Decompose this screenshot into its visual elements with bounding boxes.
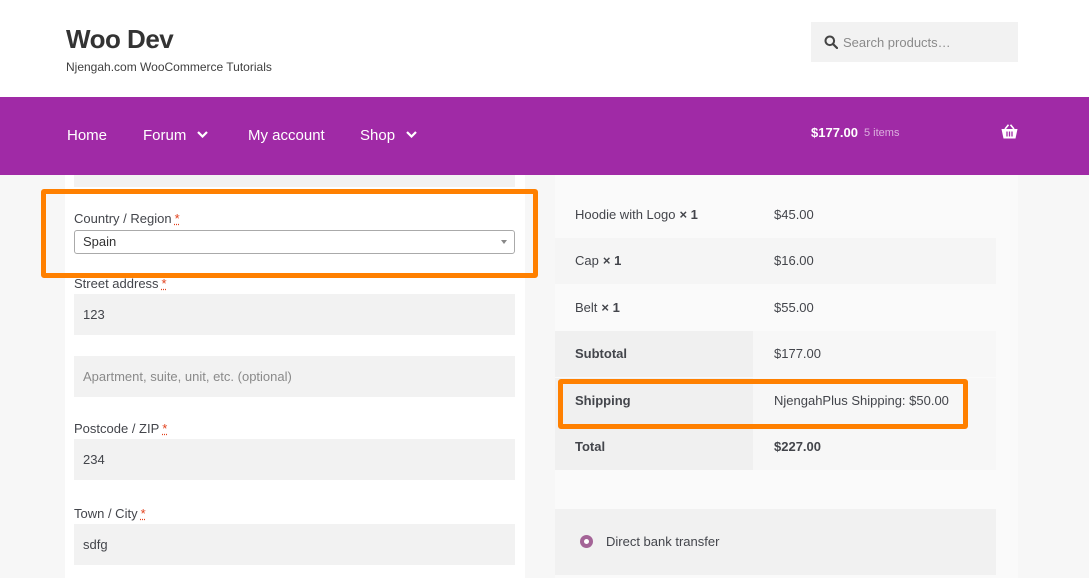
required-mark: *: [174, 211, 180, 226]
shipping-row: Shipping NjengahPlus Shipping: $50.00: [555, 378, 996, 424]
search-input[interactable]: [843, 22, 1013, 62]
table-row: Belt × 1 $55.00: [555, 285, 996, 331]
product-name-text: Belt: [575, 300, 598, 315]
radio-selected-dot: [584, 539, 589, 544]
total-value: $227.00: [753, 424, 996, 470]
table-row: Hoodie with Logo × 1 $45.00: [555, 192, 996, 238]
table-row: Cap × 1 $16.00: [555, 238, 996, 284]
page-margin: [0, 175, 65, 578]
product-name-text: Cap: [575, 253, 599, 268]
shipping-label: Shipping: [555, 378, 753, 424]
country-label: Country / Region *: [74, 211, 180, 226]
page-margin: [1018, 175, 1089, 578]
nav-item-label: Shop: [360, 127, 396, 144]
payment-method-label[interactable]: Direct bank transfer: [606, 509, 719, 575]
order-total-row: Total $227.00: [555, 424, 996, 470]
product-name-text: Hoodie with Logo: [575, 207, 676, 222]
town-input[interactable]: [74, 524, 515, 565]
total-label: Total: [555, 424, 753, 470]
required-mark: *: [161, 276, 167, 291]
nav-item-label: Forum: [143, 127, 187, 144]
cart-total[interactable]: $177.00: [811, 97, 858, 169]
product-quantity: × 1: [602, 253, 622, 268]
payment-radio-bacs[interactable]: [580, 535, 593, 548]
subtotal-row: Subtotal $177.00: [555, 331, 996, 377]
product-total: $45.00: [774, 207, 814, 222]
street-address-label: Street address *: [74, 276, 167, 291]
product-name: Cap × 1: [555, 238, 753, 284]
apartment-input[interactable]: [74, 356, 515, 397]
nav-item-my-account[interactable]: My account: [248, 97, 325, 175]
product-quantity: × 1: [679, 207, 698, 222]
country-select[interactable]: Spain: [74, 230, 515, 254]
product-total: $55.00: [774, 300, 814, 315]
country-select-value: Spain: [83, 234, 117, 249]
postcode-label: Postcode / ZIP *: [74, 421, 167, 436]
basket-icon[interactable]: [1001, 124, 1018, 139]
town-label: Town / City *: [74, 506, 146, 521]
postcode-label-text: Postcode / ZIP: [74, 421, 160, 436]
nav-item-label: Home: [67, 127, 108, 144]
postcode-input[interactable]: [74, 439, 515, 480]
required-mark: *: [162, 421, 168, 436]
product-name: Hoodie with Logo × 1: [555, 192, 753, 238]
street-address-label-text: Street address: [74, 276, 159, 291]
chevron-down-icon[interactable]: [406, 130, 417, 138]
site-title[interactable]: Woo Dev: [66, 24, 174, 55]
town-label-text: Town / City: [74, 506, 138, 521]
chevron-down-icon[interactable]: [197, 130, 209, 138]
primary-navigation: Home Forum My account Shop $177.00 5 ite…: [0, 97, 1089, 175]
product-name: Belt × 1: [555, 285, 753, 331]
required-mark: *: [140, 506, 146, 521]
country-label-text: Country / Region: [74, 211, 172, 226]
search-box[interactable]: [811, 22, 1018, 62]
dropdown-arrow-icon: [501, 240, 507, 244]
search-icon: [824, 35, 838, 49]
subtotal-label: Subtotal: [555, 331, 753, 377]
previous-field[interactable]: [74, 175, 515, 187]
shipping-method: NjengahPlus Shipping: $50.00: [753, 378, 996, 424]
site-tagline: Njengah.com WooCommerce Tutorials: [66, 60, 272, 74]
product-quantity: × 1: [601, 300, 620, 315]
cart-item-count[interactable]: 5 items: [864, 97, 899, 169]
street-address-input[interactable]: [74, 294, 515, 335]
payment-methods: Direct bank transfer: [555, 509, 996, 575]
nav-item-home[interactable]: Home: [67, 97, 107, 175]
nav-item-forum[interactable]: Forum: [143, 97, 209, 175]
product-total: $16.00: [774, 253, 814, 268]
subtotal-value: $177.00: [753, 331, 996, 377]
column-gutter: [525, 175, 555, 578]
nav-item-shop[interactable]: Shop: [360, 97, 417, 175]
nav-item-label: My account: [248, 127, 325, 144]
